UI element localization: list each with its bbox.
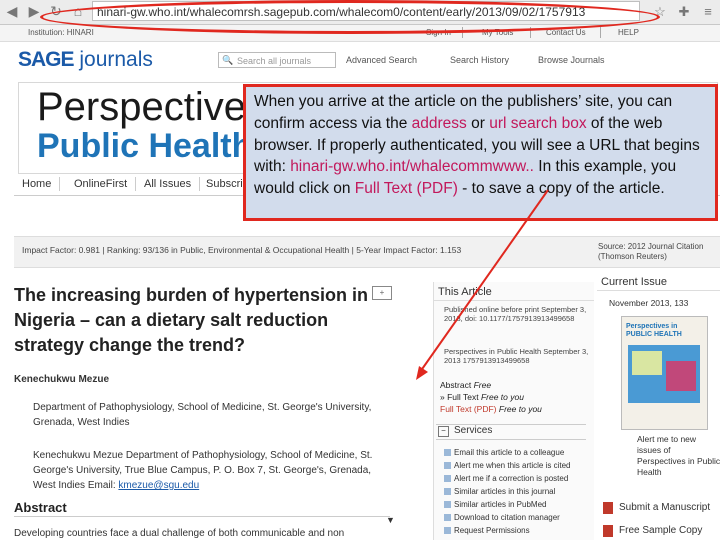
service-label[interactable]: Download to citation manager bbox=[454, 513, 560, 522]
service-label[interactable]: Request Permissions bbox=[454, 526, 530, 535]
full-text-pdf-link[interactable]: Full Text (PDF) Free to you bbox=[440, 404, 542, 414]
alert-cited-link[interactable]: Alert me when this article is cited bbox=[444, 461, 571, 470]
service-label[interactable]: Email this article to a colleague bbox=[454, 448, 564, 457]
this-article-panel: This Article Published online before pri… bbox=[433, 282, 594, 540]
request-permissions-link[interactable]: Request Permissions bbox=[444, 526, 530, 535]
sage-journals-logo[interactable]: SAGE journals bbox=[18, 48, 153, 72]
author-email-link[interactable]: kmezue@sgu.edu bbox=[118, 480, 199, 491]
arrow-head bbox=[416, 366, 428, 380]
help-link[interactable]: HELP bbox=[618, 28, 639, 37]
services-heading: Services bbox=[454, 425, 493, 436]
full-text-pdf-free-label: Free to you bbox=[498, 404, 542, 414]
service-label[interactable]: Similar articles in this journal bbox=[454, 487, 555, 496]
citation-manager-link[interactable]: Download to citation manager bbox=[444, 513, 560, 522]
logo-journals: journals bbox=[79, 48, 153, 71]
divider bbox=[14, 516, 390, 517]
logo-sage: SAGE bbox=[18, 48, 75, 71]
full-text-link[interactable]: » Full Text Free to you bbox=[440, 392, 524, 402]
submit-manuscript-link[interactable]: Submit a Manuscript bbox=[619, 502, 710, 513]
abstract-free-label: Free bbox=[473, 380, 492, 390]
advanced-search-link[interactable]: Advanced Search bbox=[346, 55, 417, 65]
manuscript-icon bbox=[603, 502, 613, 514]
browse-journals-link[interactable]: Browse Journals bbox=[538, 55, 605, 65]
email-article-link[interactable]: Email this article to a colleague bbox=[444, 448, 564, 457]
author-affiliation: Department of Pathophysiology, School of… bbox=[33, 402, 372, 428]
correspondence-text: Kenechukwu Mezue Department of Pathophys… bbox=[33, 450, 373, 491]
free-sample-copy-link[interactable]: Free Sample Copy bbox=[619, 525, 702, 536]
search-history-link[interactable]: Search History bbox=[450, 55, 509, 65]
impact-factor-bar: Impact Factor: 0.981 | Ranking: 93/136 i… bbox=[14, 236, 720, 268]
impact-source-line1: Source: 2012 Journal Citation bbox=[598, 242, 704, 251]
article-author[interactable]: Kenechukwu Mezue bbox=[14, 374, 109, 385]
tab-all-issues[interactable]: All Issues bbox=[136, 177, 201, 191]
tab-onlinefirst[interactable]: OnlineFirst bbox=[66, 177, 137, 191]
service-label[interactable]: Similar articles in PubMed bbox=[454, 500, 546, 509]
services-section-header[interactable]: − Services bbox=[436, 424, 586, 440]
alert-correction-link[interactable]: Alert me if a correction is posted bbox=[444, 474, 568, 483]
current-issue-panel: Current Issue November 2013, 133 Perspec… bbox=[597, 272, 720, 540]
similar-journal-link[interactable]: Similar articles in this journal bbox=[444, 487, 555, 496]
impact-factor-text: Impact Factor: 0.981 | Ranking: 93/136 i… bbox=[22, 245, 462, 255]
tab-home[interactable]: Home bbox=[14, 177, 61, 191]
author-correspondence: Kenechukwu Mezue Department of Pathophys… bbox=[33, 448, 388, 493]
download-icon bbox=[444, 514, 451, 522]
full-text-link-label[interactable]: » Full Text bbox=[440, 392, 479, 402]
divider bbox=[434, 300, 594, 301]
institution-label: Institution: HINARI bbox=[28, 28, 94, 37]
service-label[interactable]: Alert me if a correction is posted bbox=[454, 474, 568, 483]
callout-highlight: address bbox=[411, 114, 467, 132]
separator bbox=[600, 27, 601, 38]
document-icon bbox=[444, 501, 451, 509]
impact-source: Source: 2012 Journal Citation (Thomson R… bbox=[598, 242, 703, 262]
alert-new-issues-link[interactable]: Alert me to new issues of Perspectives i… bbox=[637, 434, 720, 478]
callout-text: - to save a copy of the article. bbox=[457, 180, 665, 198]
search-input[interactable]: Search all journals bbox=[218, 52, 336, 68]
alert-icon bbox=[444, 475, 451, 483]
impact-source-line2: (Thomson Reuters) bbox=[598, 252, 667, 261]
menu-icon[interactable]: ≡ bbox=[700, 4, 716, 20]
collapse-icon[interactable]: − bbox=[438, 426, 449, 437]
publication-info: Published online before print September … bbox=[444, 305, 587, 323]
journal-info: Perspectives in Public Health September … bbox=[444, 347, 589, 365]
instruction-callout: When you arrive at the article on the pu… bbox=[243, 84, 718, 221]
alert-icon bbox=[444, 462, 451, 470]
service-label[interactable]: Alert me when this article is cited bbox=[454, 461, 571, 470]
callout-highlight: url search box bbox=[489, 114, 587, 132]
permissions-icon bbox=[444, 527, 451, 535]
extension-icon[interactable]: ✚ bbox=[676, 4, 692, 20]
article-title: The increasing burden of hypertension in… bbox=[14, 285, 369, 355]
cover-art bbox=[666, 361, 696, 391]
full-text-free-label: Free to you bbox=[480, 392, 524, 402]
cover-art bbox=[632, 351, 662, 375]
journal-cover-image[interactable]: Perspectives in PUBLIC HEALTH bbox=[621, 316, 708, 430]
full-text-pdf-link-label[interactable]: Full Text (PDF) bbox=[440, 404, 497, 414]
similar-pubmed-link[interactable]: Similar articles in PubMed bbox=[444, 500, 546, 509]
callout-text: or bbox=[466, 114, 490, 132]
abstract-link[interactable]: Abstract Free bbox=[440, 380, 491, 390]
this-article-heading: This Article bbox=[438, 286, 492, 298]
cover-title: Perspectives in PUBLIC HEALTH bbox=[626, 323, 682, 338]
callout-highlight: hinari-gw.who.int/whalecommwww.. bbox=[290, 158, 534, 176]
current-issue-heading: Current Issue bbox=[601, 276, 668, 288]
abstract-text: Developing countries face a dual challen… bbox=[14, 528, 345, 539]
abstract-heading: Abstract bbox=[14, 500, 67, 515]
address-bar-highlight-ellipse bbox=[40, 0, 660, 34]
search-icon: 🔍 bbox=[222, 55, 234, 65]
back-arrow-icon[interactable]: ◀ bbox=[4, 3, 20, 19]
current-issue-date-link[interactable]: November 2013, 133 bbox=[609, 298, 688, 308]
divider bbox=[597, 290, 720, 291]
callout-highlight: Full Text (PDF) bbox=[354, 180, 458, 198]
banner-title-line2: Public Health bbox=[37, 127, 253, 165]
scroll-down-icon[interactable]: ▼ bbox=[386, 515, 395, 525]
abstract-link-label[interactable]: Abstract bbox=[440, 380, 471, 390]
sample-copy-icon bbox=[603, 525, 613, 537]
share-icon[interactable]: + bbox=[372, 286, 392, 300]
email-icon bbox=[444, 449, 451, 457]
document-icon bbox=[444, 488, 451, 496]
